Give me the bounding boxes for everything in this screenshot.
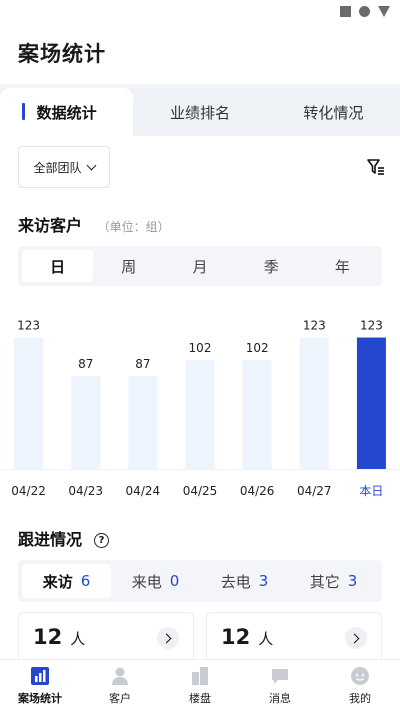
chevron-right-icon[interactable] [157,627,179,649]
follow-tab-other[interactable]: 其它 3 [289,564,378,598]
card-unit: 人 [70,630,86,648]
period-tab-quarter[interactable]: 季 [236,250,307,282]
nav-item-message[interactable]: 消息 [240,660,320,711]
follow-tab-label: 其它 [309,572,340,591]
page-title: 案场统计 [18,42,106,66]
follow-title: 跟进情况 [18,530,83,549]
card-value: 12 [33,625,63,649]
chart-data-label: 87 [78,357,93,371]
follow-tab-outgoing-call[interactable]: 去电 3 [200,564,289,598]
help-icon[interactable]: ? [94,533,110,548]
card-unit: 人 [258,630,274,648]
chart-x-tick-label: 04/22 [11,484,46,498]
chart-bar[interactable] [71,376,101,469]
tab-conversion[interactable]: 转化情况 [267,88,400,136]
tab-performance-ranking[interactable]: 业绩排名 [133,88,266,136]
tab-data-stats[interactable]: 数据统计 [0,88,134,136]
chart-x-tick-label: 04/23 [68,484,103,498]
chart-bar[interactable] [242,359,272,469]
header: 案场统计 [0,28,400,84]
follow-tab-count: 0 [169,572,180,590]
battery-icon [378,6,390,17]
chart-bar[interactable] [128,376,158,469]
message-icon [272,669,288,684]
follow-tab-label: 去电 [220,572,251,591]
chart-x-tick-label: 04/25 [183,484,218,498]
nav-label: 消息 [269,692,291,705]
period-tabs: 日 周 月 季 年 [18,246,382,286]
customer-icon [112,667,128,685]
follow-tab-label: 来电 [131,572,162,591]
follow-card[interactable]: 12 人 [18,612,194,659]
follow-tab-count: 3 [258,572,269,590]
wifi-icon [359,6,370,17]
bottom-nav: 案场统计 客户 楼盘 消息 我的 [0,659,400,711]
follow-tab-visit[interactable]: 来访 6 [22,564,111,598]
nav-item-profile[interactable]: 我的 [320,660,400,711]
follow-tabs: 来访 6 来电 0 去电 3 其它 3 [18,560,382,602]
chart-data-label: 102 [246,341,269,355]
filter-row: 全部团队 [18,146,386,188]
visitors-title: 来访客户 [18,216,83,235]
nav-item-stats[interactable]: 案场统计 [0,660,80,711]
visitors-section-title: 来访客户 （单位：组） [18,212,170,236]
chart-x-tick-label: 本日 [359,484,383,498]
chart-x-tick-label: 04/24 [126,484,161,498]
visitors-unit: （单位：组） [97,220,170,234]
chart-bar[interactable] [356,337,386,469]
follow-card[interactable]: 12 人 [206,612,382,659]
chevron-right-icon[interactable] [345,627,367,649]
period-tab-week[interactable]: 周 [93,250,164,282]
nav-label: 我的 [349,692,371,705]
follow-tab-label: 来访 [42,572,73,591]
chart-data-label: 123 [303,319,326,333]
nav-item-building[interactable]: 楼盘 [160,660,240,711]
chart-x-tick-label: 04/27 [297,484,332,498]
building-icon [192,667,208,685]
visitors-bar-chart: 123 04/22 87 04/23 87 04/24 102 04/25 102 04/26 12… [0,319,400,498]
nav-item-customer[interactable]: 客户 [80,660,160,711]
follow-tab-count: 3 [347,572,358,590]
chart-bar[interactable] [14,337,44,469]
stats-chart-icon [31,667,49,685]
card-value: 12 [221,625,251,649]
team-select[interactable]: 全部团队 [18,146,110,188]
chart-data-label: 123 [360,319,383,333]
main-tabs: 数据统计 业绩排名 转化情况 [0,88,400,136]
chart-bar[interactable] [299,337,329,469]
chart-bar[interactable] [185,359,215,469]
filter-icon[interactable] [366,157,386,177]
chevron-down-icon [86,160,96,170]
nav-label: 楼盘 [189,692,211,705]
follow-cards: 12 人 12 人 [18,612,382,659]
status-bar [0,0,400,28]
follow-tab-count: 6 [80,572,91,590]
nav-label: 案场统计 [18,692,62,705]
period-tab-day[interactable]: 日 [22,250,94,282]
follow-section-title: 跟进情况? [18,526,110,550]
chart-x-tick-label: 04/26 [240,484,275,498]
signal-icon [340,6,351,17]
follow-tab-incoming-call[interactable]: 来电 0 [111,564,200,598]
profile-icon [351,667,369,685]
period-tab-year[interactable]: 年 [307,250,378,282]
nav-label: 客户 [109,692,131,705]
chart-data-label: 87 [135,357,150,371]
chart-data-label: 102 [189,341,212,355]
period-tab-month[interactable]: 月 [164,250,235,282]
chart-data-label: 123 [17,319,40,333]
team-select-label: 全部团队 [33,160,82,175]
main-content: 全部团队 来访客户 （单位：组） 日 周 月 季 年 123 04/22 87 04/… [0,136,400,659]
